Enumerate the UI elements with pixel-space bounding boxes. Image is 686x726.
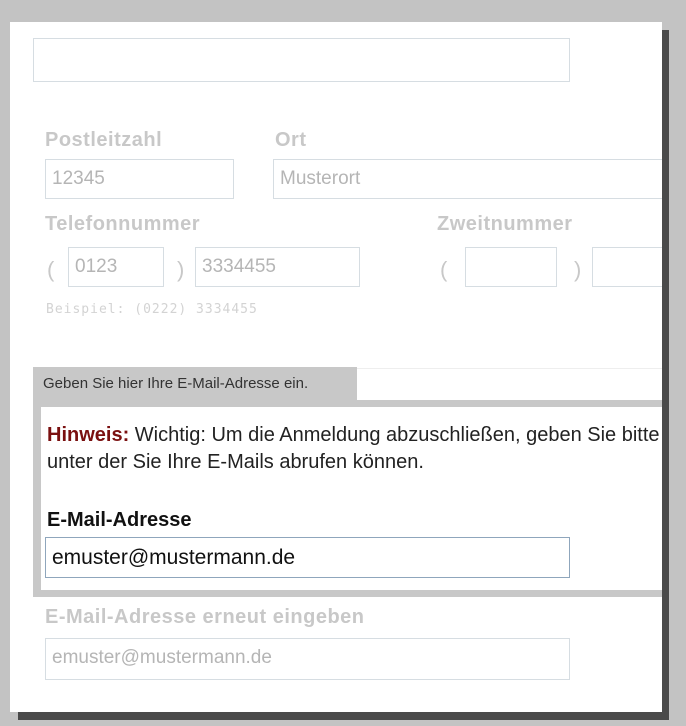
phone-paren-close: ) — [177, 257, 185, 282]
email-section-tab: Geben Sie hier Ihre E-Mail-Adresse ein. — [33, 367, 357, 401]
hint-label: Hinweis: — [47, 424, 130, 446]
registration-form: Postleitzahl Ort 12345 Musterort Telefon… — [10, 22, 662, 712]
postal-code-label: Postleitzahl — [45, 129, 163, 151]
second-phone-paren-close: ) — [574, 257, 582, 282]
second-phone-label: Zweitnummer — [437, 213, 573, 235]
email-input[interactable]: emuster@mustermann.de — [45, 537, 570, 578]
hint-text: Wichtig: Um die Anmeldung abzuschließen,… — [134, 424, 662, 446]
email-label: E-Mail-Adresse — [47, 509, 192, 531]
second-phone-number-input[interactable] — [592, 247, 662, 287]
city-input[interactable]: Musterort — [273, 159, 662, 199]
section-divider — [357, 368, 662, 369]
postal-code-input[interactable]: 12345 — [45, 159, 234, 199]
phone-number-input[interactable]: 3334455 — [195, 247, 360, 287]
email-notice: Hinweis: Wichtig: Um die Anmeldung abzus… — [47, 422, 662, 476]
second-phone-paren-open: ( — [440, 257, 448, 282]
phone-label: Telefonnummer — [45, 213, 201, 235]
second-phone-area-code-input[interactable] — [465, 247, 557, 287]
address-field[interactable] — [33, 38, 570, 82]
phone-area-code-input[interactable]: 0123 — [68, 247, 164, 287]
hint-text-line2: unter der Sie Ihre E-Mails abrufen könne… — [47, 451, 424, 473]
confirm-email-input[interactable]: emuster@mustermann.de — [45, 638, 570, 680]
city-label: Ort — [275, 129, 307, 151]
phone-example-hint: Beispiel: (0222) 3334455 — [46, 302, 258, 317]
confirm-email-label: E-Mail-Adresse erneut eingeben — [45, 606, 365, 628]
phone-paren-open: ( — [47, 257, 55, 282]
